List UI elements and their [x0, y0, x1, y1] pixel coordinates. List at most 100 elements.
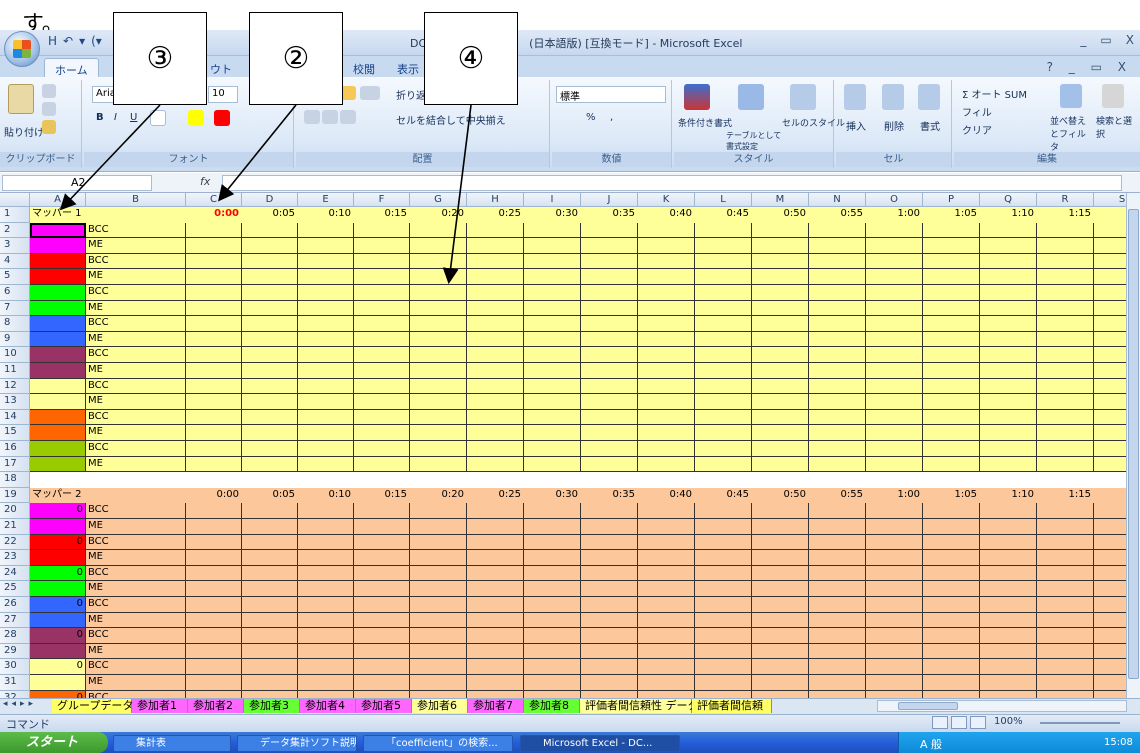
data-cell[interactable] [809, 300, 866, 317]
behavior-label-cell[interactable]: BCC [86, 628, 186, 644]
data-cell[interactable] [298, 534, 354, 551]
data-cell[interactable] [638, 565, 695, 582]
data-cell[interactable] [695, 659, 752, 675]
column-header-J[interactable]: J [581, 193, 638, 207]
data-cell[interactable] [524, 441, 581, 457]
copy-icon[interactable] [42, 102, 56, 116]
data-cell[interactable] [242, 550, 298, 566]
time-header-cell[interactable]: 0:20 [410, 487, 467, 504]
data-cell[interactable] [638, 612, 695, 629]
data-cell[interactable] [923, 238, 980, 254]
behavior-label-cell[interactable]: BCC [86, 409, 186, 426]
data-cell[interactable] [980, 331, 1037, 348]
data-cell[interactable] [809, 690, 866, 698]
formula-input[interactable] [222, 175, 1122, 191]
data-cell[interactable] [809, 253, 866, 270]
data-cell[interactable] [298, 581, 354, 597]
data-cell[interactable] [1037, 378, 1094, 395]
data-cell[interactable] [354, 378, 410, 395]
data-cell[interactable] [298, 300, 354, 317]
time-header-cell[interactable]: 1:2 [1094, 487, 1126, 504]
data-cell[interactable] [980, 565, 1037, 582]
data-cell[interactable] [866, 238, 923, 254]
data-cell[interactable] [467, 690, 524, 698]
find-select-icon[interactable] [1102, 84, 1124, 108]
color-cell[interactable] [30, 550, 86, 566]
data-cell[interactable] [1094, 519, 1126, 535]
data-cell[interactable] [581, 628, 638, 644]
data-cell[interactable] [186, 378, 242, 395]
time-header-cell[interactable]: 0:20 [410, 207, 467, 223]
column-header-O[interactable]: O [866, 193, 923, 207]
data-cell[interactable] [638, 675, 695, 691]
color-cell[interactable]: 0 [30, 628, 86, 644]
data-cell[interactable] [752, 581, 809, 597]
data-cell[interactable] [1094, 643, 1126, 660]
data-cell[interactable] [866, 503, 923, 519]
format-icon[interactable] [918, 84, 940, 110]
data-cell[interactable] [354, 269, 410, 285]
data-cell[interactable] [752, 612, 809, 629]
color-cell[interactable] [30, 253, 86, 270]
cut-icon[interactable] [42, 84, 56, 98]
time-header-cell[interactable]: 1:10 [980, 487, 1037, 504]
data-cell[interactable] [752, 285, 809, 301]
data-cell[interactable] [638, 519, 695, 535]
conditional-format-icon[interactable] [684, 84, 710, 110]
behavior-label-cell[interactable]: ME [86, 425, 186, 441]
mapper-2-label[interactable]: マッパー 2 [30, 487, 186, 504]
data-cell[interactable] [467, 269, 524, 285]
fill-button[interactable]: フィル [962, 104, 992, 119]
data-cell[interactable] [1094, 441, 1126, 457]
data-cell[interactable] [638, 331, 695, 348]
data-cell[interactable] [809, 425, 866, 441]
data-cell[interactable] [410, 690, 467, 698]
data-cell[interactable] [752, 347, 809, 363]
data-cell[interactable] [695, 331, 752, 348]
data-cell[interactable] [524, 222, 581, 239]
data-cell[interactable] [638, 300, 695, 317]
data-cell[interactable] [298, 628, 354, 644]
office-button[interactable] [4, 31, 40, 67]
data-cell[interactable] [752, 441, 809, 457]
data-cell[interactable] [638, 269, 695, 285]
color-cell[interactable] [30, 269, 86, 285]
data-cell[interactable] [242, 238, 298, 254]
data-cell[interactable] [638, 643, 695, 660]
row-header-5[interactable]: 5 [0, 269, 30, 285]
data-cell[interactable] [923, 425, 980, 441]
data-cell[interactable] [923, 285, 980, 301]
data-cell[interactable] [866, 394, 923, 410]
color-cell[interactable] [30, 331, 86, 348]
data-cell[interactable] [1037, 409, 1094, 426]
delete-button[interactable]: 削除 [884, 118, 904, 133]
data-cell[interactable] [467, 285, 524, 301]
data-cell[interactable] [695, 550, 752, 566]
color-cell[interactable] [30, 519, 86, 535]
data-cell[interactable] [186, 628, 242, 644]
row-header-6[interactable]: 6 [0, 285, 30, 301]
color-cell[interactable] [30, 316, 86, 332]
data-cell[interactable] [866, 425, 923, 441]
data-cell[interactable] [980, 394, 1037, 410]
data-cell[interactable] [354, 253, 410, 270]
behavior-label-cell[interactable]: ME [86, 643, 186, 660]
row-header-2[interactable]: 2 [0, 222, 30, 239]
data-cell[interactable] [866, 347, 923, 363]
data-cell[interactable] [752, 519, 809, 535]
data-cell[interactable] [752, 659, 809, 675]
color-cell[interactable] [30, 425, 86, 441]
data-cell[interactable] [298, 409, 354, 426]
data-cell[interactable] [467, 550, 524, 566]
data-cell[interactable] [467, 581, 524, 597]
data-cell[interactable] [467, 316, 524, 332]
data-cell[interactable] [410, 394, 467, 410]
data-cell[interactable] [1094, 394, 1126, 410]
behavior-label-cell[interactable]: BCC [86, 253, 186, 270]
data-cell[interactable] [581, 534, 638, 551]
time-header-cell[interactable]: 0:35 [581, 487, 638, 504]
behavior-label-cell[interactable]: BCC [86, 222, 186, 239]
data-cell[interactable] [1094, 612, 1126, 629]
color-cell[interactable]: 0 [30, 534, 86, 551]
data-cell[interactable] [866, 409, 923, 426]
